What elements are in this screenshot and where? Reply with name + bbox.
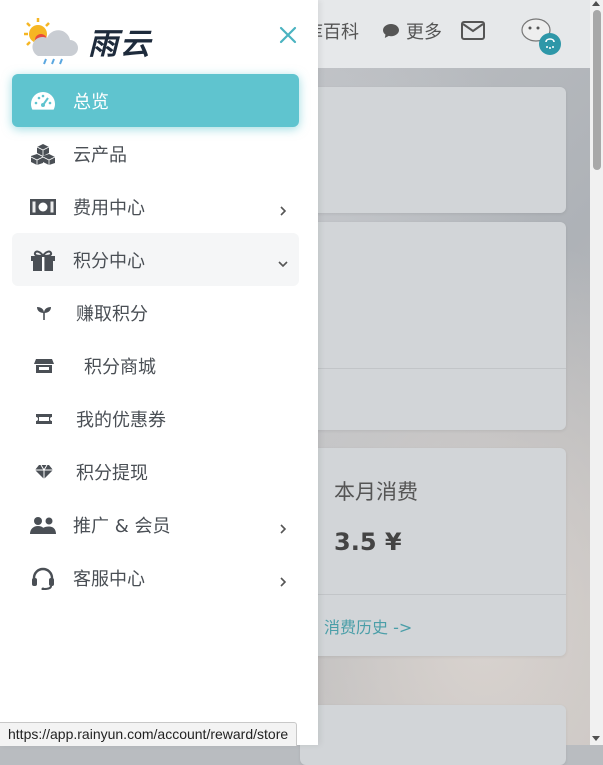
sidebar-item-label: 云产品 [73,144,127,166]
gem-icon [34,463,54,481]
submenu-item-label: 我的优惠券 [76,409,166,431]
users-icon [30,514,56,536]
chat-bubble-icon [383,24,399,38]
monthly-spend-title: 本月消费 [334,480,418,504]
money-bill-icon [30,196,56,218]
chevron-right-icon [277,572,289,587]
weather-sun-cloud-icon [24,18,78,65]
card-divider [300,594,566,595]
close-drawer-button[interactable] [277,24,299,46]
sidebar-item-label: 客服中心 [73,568,145,590]
submenu-item-label: 积分提现 [76,462,148,484]
sidebar-item-label: 费用中心 [73,197,145,219]
overview-card [300,87,566,213]
seedling-icon [34,304,54,322]
monthly-spend-value: 3.5 ¥ [334,528,402,556]
scroll-down-arrow-icon[interactable] [592,736,600,741]
mail-icon [461,21,485,40]
monthly-spend-card: 本月消费 3.5 ¥ 消费历史 -> [300,448,566,656]
sidebar-item-billing[interactable]: 费用中心 [12,180,299,233]
sidebar-item-overview[interactable]: 总览 [12,74,299,127]
chevron-down-icon [277,254,289,267]
ticket-icon [34,410,54,428]
submenu-item-earn-points[interactable]: 赚取积分 [12,286,299,339]
cubes-icon [30,143,56,165]
card-divider [300,368,566,369]
status-bar-url: https://app.rainyun.com/account/reward/s… [0,722,298,746]
submenu-item-points-withdraw[interactable]: 积分提现 [12,445,299,498]
page-scrollbar[interactable] [590,0,603,745]
dashboard-gauge-icon [30,90,56,112]
chevron-right-icon [277,519,289,534]
mail-button[interactable] [461,21,485,40]
user-avatar[interactable] [518,14,562,58]
submenu-item-points-store[interactable]: 积分商城 [12,339,299,392]
sidebar-item-label: 推广 & 会员 [73,515,171,537]
brand-name: 雨云 [88,27,152,62]
gift-icon [30,249,56,271]
chevron-right-icon [277,201,289,216]
store-icon [34,357,54,375]
submenu-item-label: 赚取积分 [76,303,148,325]
scroll-thumb[interactable] [593,10,601,170]
sidebar-item-label: 总览 [73,91,109,113]
nav-more-label: 更多 [406,22,442,43]
scroll-up-arrow-icon[interactable] [592,1,600,6]
submenu-item-label: 积分商城 [84,356,156,378]
headset-icon [30,567,56,590]
sidebar-item-label: 积分中心 [73,250,145,272]
next-card [300,705,566,765]
sidebar-item-promotion-membership[interactable]: 推广 & 会员 [12,498,299,551]
nav-more-link[interactable]: 更多 [382,18,442,44]
sidebar-item-cloud-products[interactable]: 云产品 [12,127,299,180]
spend-history-link[interactable]: 消费历史 -> [324,614,412,638]
submenu-item-my-coupons[interactable]: 我的优惠券 [12,392,299,445]
sheep-avatar-icon [521,18,561,55]
points-card [300,222,566,430]
close-icon [279,26,297,44]
sidebar-menu: 总览 云产品 费用中心 积分中心 赚取积分 积分商城 我的优惠券 积分提现 推广… [12,74,299,604]
brand-logo[interactable]: 雨云 [20,16,152,66]
sidebar-item-points-center[interactable]: 积分中心 [12,233,299,286]
side-drawer: 雨云 总览 云产品 费用中心 积分中心 赚取积分 积分商城 我的优惠券 积分提现… [0,0,318,745]
sidebar-item-customer-service[interactable]: 客服中心 [12,551,299,604]
